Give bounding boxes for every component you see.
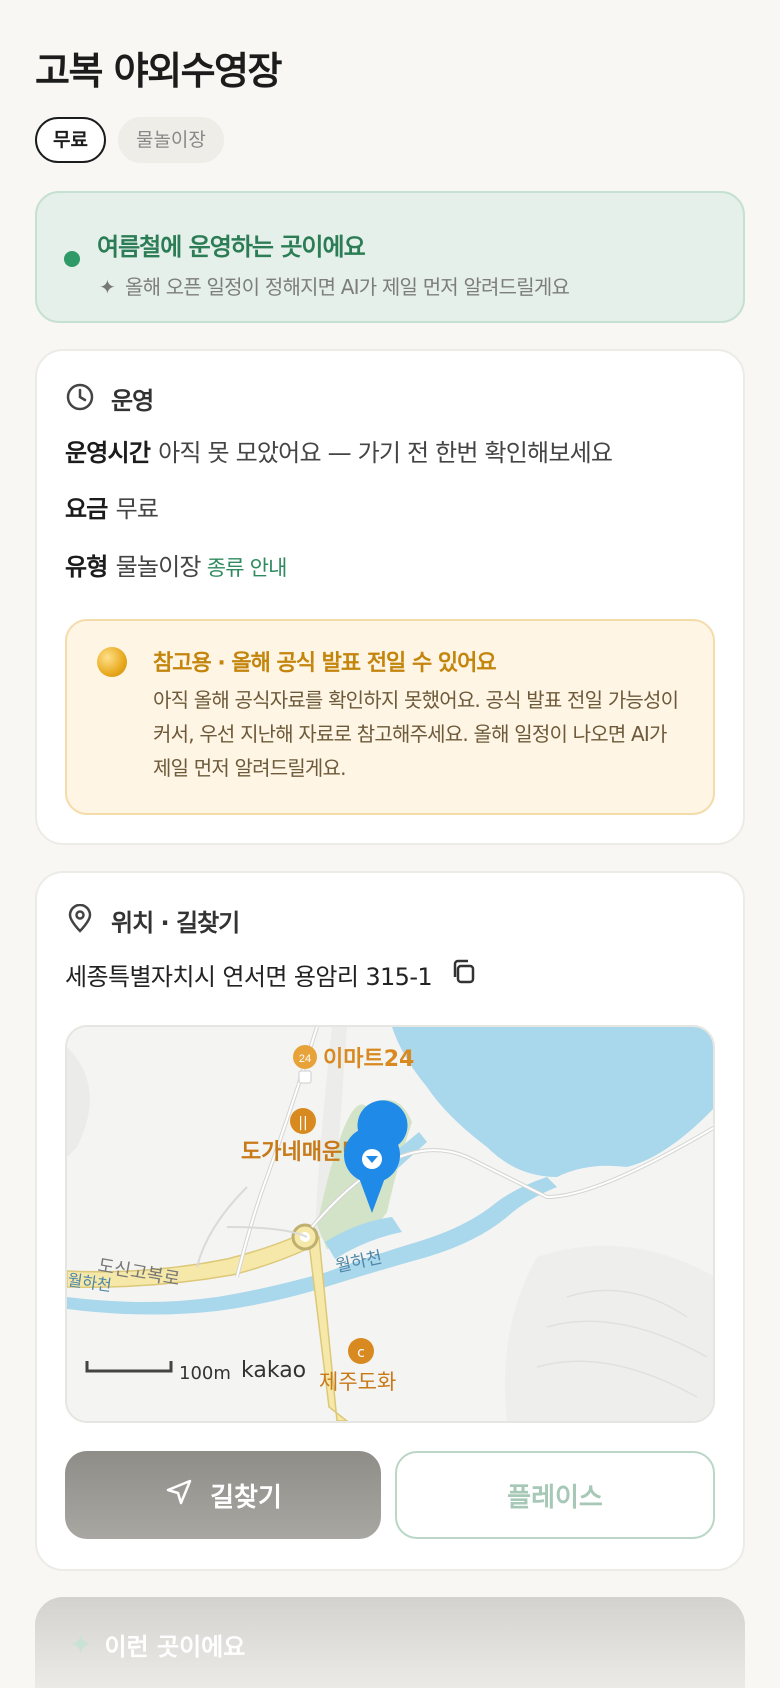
operation-header: 운영 — [65, 381, 154, 416]
address-text: 세종특별자치시 연서면 용암리 315-1 — [65, 963, 433, 991]
copy-icon[interactable] — [450, 958, 478, 992]
sparkle-icon: ✦ — [69, 1628, 93, 1661]
tag-type[interactable]: 물놀이장 — [117, 117, 224, 163]
notice-title: 여름철에 운영하는 곳이에요 — [97, 233, 366, 261]
place-button[interactable]: 플레이스 — [395, 1451, 715, 1539]
next-section-header: ✦ 이런 곳이에요 — [69, 1627, 245, 1662]
warning-body: 아직 올해 공식자료를 확인하지 못했어요. 공식 발표 전일 가능성이 커서,… — [153, 688, 679, 780]
map-scale-label: 100m — [179, 1363, 231, 1384]
sparkle-icon: ✦ — [99, 275, 116, 299]
operation-heading: 운영 — [111, 387, 154, 415]
fee-label: 요금 — [65, 495, 108, 523]
fee-row: 요금 무료 — [65, 489, 159, 524]
location-header: 위치 · 길찾기 — [65, 903, 240, 938]
directions-button[interactable]: 길찾기 — [65, 1451, 381, 1539]
operation-card: 운영 운영시간 아직 못 모았어요 — 가기 전 한번 확인해보세요 요금 무료 유… — [35, 349, 745, 845]
location-heading: 위치 · 길찾기 — [111, 909, 240, 937]
map-brand-label: kakao — [241, 1358, 306, 1383]
tag-list: 무료 물놀이장 — [35, 117, 745, 163]
clock-icon — [65, 382, 95, 416]
directions-label: 길찾기 — [210, 1482, 282, 1513]
status-dot-icon — [64, 251, 80, 267]
svg-text:||: || — [298, 1115, 307, 1131]
hours-value: 아직 못 모았어요 — 가기 전 한번 확인해보세요 — [158, 439, 613, 467]
reference-warning: 참고용 · 올해 공식 발표 전일 수 있어요 아직 올해 공식자료를 확인하지… — [65, 619, 715, 815]
tag-free[interactable]: 무료 — [35, 117, 106, 163]
svg-text:c: c — [357, 1345, 365, 1361]
hours-row: 운영시간 아직 못 모았어요 — 가기 전 한번 확인해보세요 — [65, 433, 613, 468]
warning-title: 참고용 · 올해 공식 발표 전일 수 있어요 — [153, 651, 497, 676]
navigation-arrow-icon — [164, 1477, 194, 1514]
season-notice: 여름철에 운영하는 곳이에요 ✦ 올해 오픈 일정이 정해지면 AI가 제일 먼저… — [35, 191, 745, 323]
location-map[interactable]: 24 이마트24 || 도가네매운탕 c 제주도화 월하천 월하천 도신고복로 — [65, 1025, 715, 1423]
svg-text:24: 24 — [299, 1053, 311, 1065]
hours-label: 운영시간 — [65, 439, 151, 467]
page-title: 고복 야외수영장 — [35, 49, 282, 93]
address-row: 세종특별자치시 연서면 용암리 315-1 — [65, 957, 478, 992]
map-label-cafe: 제주도화 — [319, 1370, 396, 1394]
type-value: 물놀이장 — [115, 553, 202, 581]
next-section-heading: 이런 곳이에요 — [104, 1633, 246, 1661]
location-pin-icon — [65, 903, 95, 938]
type-row: 유형 물놀이장 종류 안내 — [65, 547, 287, 582]
location-card: 위치 · 길찾기 세종특별자치시 연서면 용암리 315-1 24 이마트24 … — [35, 871, 745, 1571]
next-section-card: ✦ 이런 곳이에요 — [35, 1597, 745, 1688]
fee-value: 무료 — [115, 495, 159, 523]
type-guide-link[interactable]: 종류 안내 — [207, 556, 288, 580]
map-label-emart: 이마트24 — [323, 1047, 414, 1072]
type-label: 유형 — [65, 553, 108, 581]
notice-subtitle: ✦ 올해 오픈 일정이 정해지면 AI가 제일 먼저 알려드릴게요 — [99, 275, 570, 299]
coin-icon — [97, 647, 127, 677]
